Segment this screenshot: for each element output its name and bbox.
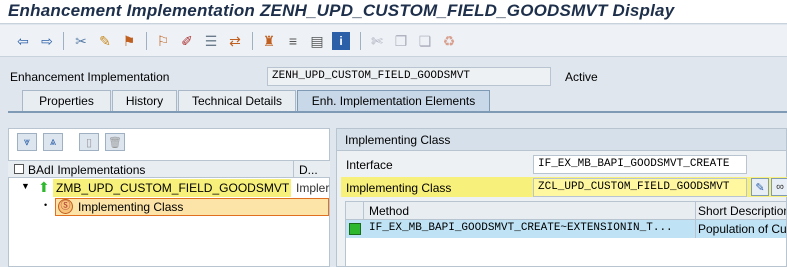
methods-table: Method Short Description IF_EX_MB_BAPI_G… [345,201,787,267]
badi-implementation-name: ZMB_UPD_CUSTOM_FIELD_GOODSMVT [56,181,290,195]
header-row: Enhancement Implementation ZENH_UPD_CUST… [0,62,787,88]
create-button[interactable]: ▯ [79,133,99,151]
tree-row-implementing-class[interactable]: • Ⓢ Implementing Class [8,198,330,216]
hierarchy-icon[interactable]: ♜ [260,32,278,50]
window-title: Enhancement Implementation ZENH_UPD_CUST… [8,1,675,20]
info-icon[interactable]: i [332,32,350,50]
collapse-all-button[interactable]: ⩓ [43,133,63,151]
trash-icon: 🗑 [108,136,122,149]
column-divider [293,161,294,177]
panel-title-bar: Implementing Class [337,129,786,151]
col-short-description[interactable]: Short Description [698,204,786,218]
edit-class-button[interactable]: ✎ [751,178,769,196]
select-all-cell[interactable] [346,202,364,220]
display-class-button[interactable]: ∞ [771,178,787,196]
tree-bullet: • [44,200,48,210]
where-used-icon[interactable]: ⚐ [154,32,172,50]
glasses-icon: ∞ [776,181,784,193]
panel-title: Implementing Class [345,133,451,147]
col-method[interactable]: Method [369,204,409,218]
method-name[interactable]: IF_EX_MB_BAPI_GOODSMVT_CREATE~EXTENSIONI… [369,222,693,234]
layout-icon[interactable]: ≡ [284,32,302,50]
cut-icon[interactable]: ✄ [368,32,386,50]
implementing-class-field[interactable]: ZCL_UPD_CUSTOM_FIELD_GOODSMVT [533,178,747,197]
delete-button[interactable]: 🗑 [105,133,125,151]
display-change-icon[interactable]: ✎ [96,32,114,50]
col-badi-implementations[interactable]: BAdI Implementations [28,163,145,177]
object-list-icon[interactable]: ☰ [202,32,220,50]
application-toolbar: ⇦ ⇨ ✂ ✎ ⚑ ⚐ ✐ ☰ ⇄ ♜ ≡ ▤ i ✄ ❐ ❏ ♻ [0,25,787,57]
class-icon: Ⓢ [58,199,73,214]
paste-icon[interactable]: ❏ [416,32,434,50]
method-description: Population of Cu [698,222,787,236]
pencil-icon: ✎ [755,181,765,194]
new-document-icon: ▯ [85,136,93,149]
implementing-class-label: Implementing Class [346,181,452,195]
methods-header: Method Short Description [346,202,786,220]
active-status-icon [349,223,361,235]
grid-header-icon [14,164,24,174]
edit-icon[interactable]: ✐ [178,32,196,50]
collapse-triangle-icon[interactable]: ▼ [21,181,30,191]
implementing-class-node: Implementing Class [78,200,184,214]
tree-row-badi[interactable]: ▼ ⬆ ZMB_UPD_CUSTOM_FIELD_GOODSMVT Impler [8,179,330,197]
tab-technical-details[interactable]: Technical Details [178,90,296,112]
arrow-left-icon[interactable]: ⇦ [14,32,32,50]
copy-icon[interactable]: ❐ [392,32,410,50]
enhancement-implementation-label: Enhancement Implementation [10,70,170,84]
col-description[interactable]: D... [299,163,318,177]
arrow-right-icon[interactable]: ⇨ [38,32,56,50]
interface-field[interactable]: IF_EX_MB_BAPI_GOODSMVT_CREATE [533,155,747,174]
tree-header: BAdI Implementations D... [8,160,330,178]
column-divider [695,202,696,220]
expand-all-icon: ⩔ [23,135,31,148]
collapse-all-icon: ⩓ [49,135,57,148]
table-row[interactable]: IF_EX_MB_BAPI_GOODSMVT_CREATE~EXTENSIONI… [346,220,787,238]
title-bar: Enhancement Implementation ZENH_UPD_CUST… [0,0,787,24]
tab-history[interactable]: History [112,90,177,112]
tab-strip: Properties History Technical Details Enh… [8,90,787,112]
expand-all-button[interactable]: ⩔ [17,133,37,151]
enhancement-implementation-field[interactable]: ZENH_UPD_CUSTOM_FIELD_GOODSMVT [267,67,551,86]
badi-node-icon: ⬆ [38,179,50,195]
interface-label: Interface [346,158,393,172]
table-icon[interactable]: ▤ [308,32,326,50]
navigate-icon[interactable]: ⇄ [226,32,244,50]
status-text: Active [565,70,598,84]
column-divider [695,220,696,238]
badi-impl-description: Impler [296,181,330,195]
undo-icon[interactable]: ♻ [440,32,458,50]
tab-enh-implementation-elements[interactable]: Enh. Implementation Elements [297,90,490,112]
other-object-icon[interactable]: ✂ [72,32,90,50]
activate-icon[interactable]: ⚑ [120,32,138,50]
tab-properties[interactable]: Properties [22,90,111,112]
